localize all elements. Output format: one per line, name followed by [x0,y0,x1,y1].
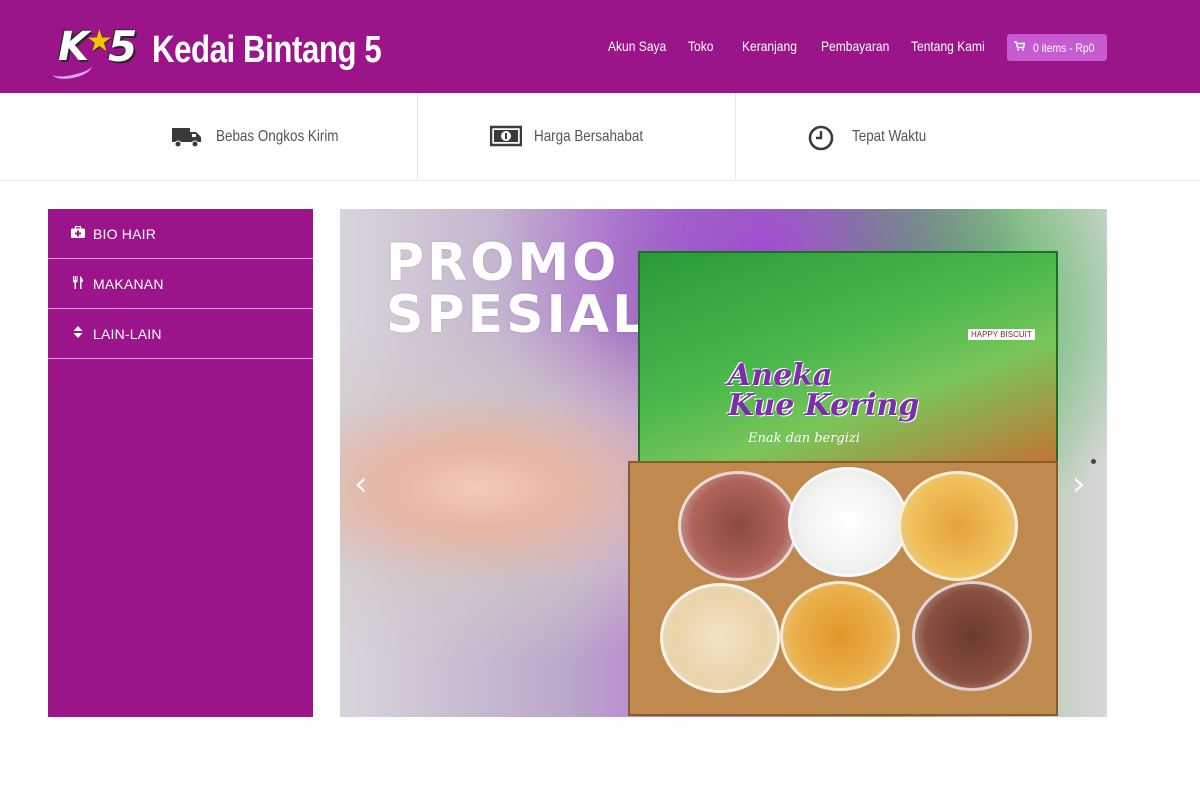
category-sidebar: BIO HAIR MAKANAN LAIN-LAIN [48,209,313,717]
logo-number: 5 [108,22,138,71]
category-label: LAIN-LAIN [93,325,162,342]
nav-tentang-kami[interactable]: Tentang Kami [911,38,985,54]
cookie-jar [678,471,798,581]
cookie-jar [898,471,1018,581]
category-label: MAKANAN [93,275,164,292]
feature-free-shipping: Bebas Ongkos Kirim [100,93,418,181]
nav-akun-saya[interactable]: Akun Saya [608,38,666,54]
promo-headline: PROMO SPESIAL [386,237,648,341]
category-makanan[interactable]: MAKANAN [48,259,313,309]
category-bio-hair[interactable]: BIO HAIR [48,209,313,259]
slider-prev-button[interactable]: ‹ [354,464,368,504]
product-subtitle: Enak dan bergizi [748,431,860,446]
cart-icon [1014,41,1026,54]
product-brand: HAPPY BISCUIT [968,329,1035,340]
truck-icon [171,125,202,149]
cart-button[interactable]: 0 items - Rp0 [1007,34,1107,61]
slider-indicator-dot[interactable] [1091,459,1096,464]
cookie-jar [912,581,1032,691]
nav-pembayaran[interactable]: Pembayaran [821,38,889,54]
sort-icon [70,326,86,341]
medkit-icon [70,225,86,241]
product-tray [628,461,1058,716]
product-title-line2: Kue Kering [728,388,920,423]
feature-label: Harga Bersahabat [533,128,643,145]
feature-friendly-price: Harga Bersahabat [418,93,736,181]
cookie-jar [780,581,900,691]
site-title: Kedai Bintang 5 [152,28,382,71]
category-label: BIO HAIR [93,225,157,242]
promo-headline-line1: PROMO [386,233,620,293]
feature-label: Tepat Waktu [852,128,927,145]
cutlery-icon [70,275,86,292]
clock-icon [808,125,838,151]
cart-summary: 0 items - Rp0 [1033,40,1095,55]
site-header: K ★ 5 Kedai Bintang 5 Akun Saya Toko Ker… [0,0,1200,93]
product-title: Aneka Kue Kering [728,361,919,421]
product-title-line1: Aneka [728,358,833,393]
nav-keranjang[interactable]: Keranjang [742,38,797,54]
money-icon [489,125,522,149]
product-image: HAPPY BISCUIT Aneka Kue Kering Enak dan … [628,251,1058,716]
site-logo[interactable]: K ★ 5 Kedai Bintang 5 [50,22,432,82]
promo-headline-line2: SPESIAL [386,285,649,345]
logo-mark-icon: K ★ 5 [50,22,146,82]
category-lain-lain[interactable]: LAIN-LAIN [48,309,313,359]
feature-strip: Bebas Ongkos Kirim Harga Bersahabat Tepa… [0,93,1200,181]
slider-next-button[interactable]: › [1072,464,1086,504]
feature-label: Bebas Ongkos Kirim [215,128,339,145]
promo-slider: PROMO SPESIAL HAPPY BISCUIT Aneka Kue Ke… [340,209,1107,717]
cookie-jar [788,467,908,577]
nav-toko[interactable]: Toko [688,38,713,54]
cookie-jar [660,583,780,693]
feature-on-time: Tepat Waktu [736,93,1054,181]
